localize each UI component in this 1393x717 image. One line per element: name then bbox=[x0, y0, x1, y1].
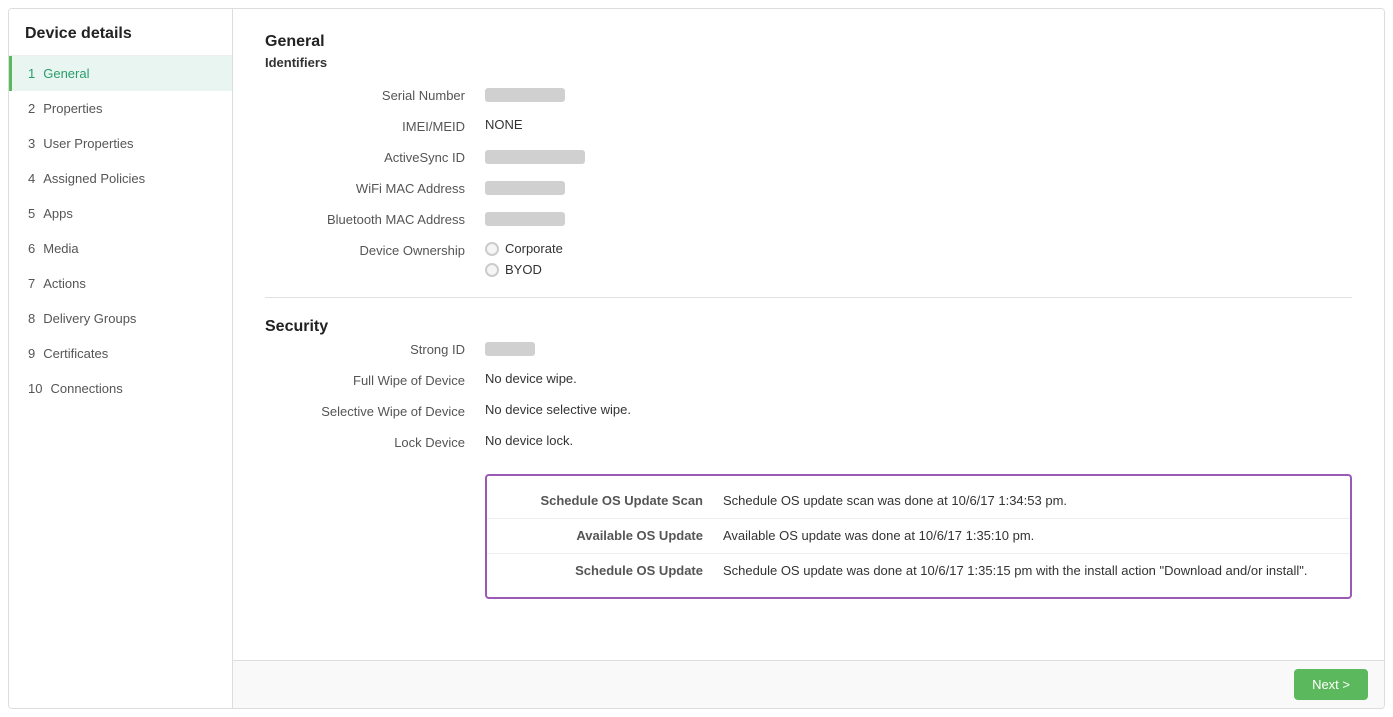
serial-number-value bbox=[485, 86, 1352, 102]
wifi-row: WiFi MAC Address bbox=[265, 179, 1352, 196]
sidebar-item-general[interactable]: 1 General bbox=[9, 56, 232, 91]
imei-label: IMEI/MEID bbox=[265, 117, 485, 134]
strong-id-value bbox=[485, 340, 1352, 356]
radio-corporate: Corporate bbox=[485, 241, 1352, 256]
sidebar-item-media[interactable]: 6 Media bbox=[9, 231, 232, 266]
nav-label-assigned-policies: Assigned Policies bbox=[43, 171, 145, 186]
radio-byod-circle bbox=[485, 263, 499, 277]
selective-wipe-row: Selective Wipe of Device No device selec… bbox=[265, 402, 1352, 419]
highlight-box: Schedule OS Update Scan Schedule OS upda… bbox=[485, 474, 1352, 599]
general-section: General Identifiers Serial Number IMEI/M… bbox=[265, 33, 1352, 277]
full-wipe-label: Full Wipe of Device bbox=[265, 371, 485, 388]
radio-byod: BYOD bbox=[485, 262, 1352, 277]
wifi-redacted bbox=[485, 181, 565, 195]
available-update-value: Available OS update was done at 10/6/17 … bbox=[723, 527, 1334, 545]
lock-device-row: Lock Device No device lock. bbox=[265, 433, 1352, 450]
activesync-row: ActiveSync ID bbox=[265, 148, 1352, 165]
security-title: Security bbox=[265, 318, 1352, 336]
selective-wipe-value: No device selective wipe. bbox=[485, 402, 1352, 417]
sidebar: Device details 1 General 2 Properties 3 … bbox=[9, 9, 233, 708]
sidebar-item-certificates[interactable]: 9 Certificates bbox=[9, 336, 232, 371]
sidebar-item-actions[interactable]: 7 Actions bbox=[9, 266, 232, 301]
activesync-label: ActiveSync ID bbox=[265, 148, 485, 165]
wifi-label: WiFi MAC Address bbox=[265, 179, 485, 196]
available-update-label: Available OS Update bbox=[503, 527, 723, 543]
identifiers-subtitle: Identifiers bbox=[265, 55, 1352, 70]
bluetooth-redacted bbox=[485, 212, 565, 226]
full-wipe-value: No device wipe. bbox=[485, 371, 1352, 386]
radio-corporate-circle bbox=[485, 242, 499, 256]
wifi-value bbox=[485, 179, 1352, 195]
schedule-scan-value: Schedule OS update scan was done at 10/6… bbox=[723, 492, 1334, 510]
bluetooth-row: Bluetooth MAC Address bbox=[265, 210, 1352, 227]
nav-number-3: 3 bbox=[28, 136, 35, 151]
nav-number-1: 1 bbox=[28, 66, 35, 81]
schedule-scan-label: Schedule OS Update Scan bbox=[503, 492, 723, 508]
activesync-value bbox=[485, 148, 1352, 164]
highlight-section: Schedule OS Update Scan Schedule OS upda… bbox=[265, 464, 1352, 599]
nav-label-general: General bbox=[43, 66, 89, 81]
imei-row: IMEI/MEID NONE bbox=[265, 117, 1352, 134]
nav-number-7: 7 bbox=[28, 276, 35, 291]
schedule-update-row: Schedule OS Update Schedule OS update wa… bbox=[487, 553, 1350, 588]
footer: Next > bbox=[233, 660, 1384, 708]
strong-id-label: Strong ID bbox=[265, 340, 485, 357]
sidebar-title: Device details bbox=[9, 9, 232, 56]
nav-label-delivery-groups: Delivery Groups bbox=[43, 311, 136, 326]
serial-number-redacted bbox=[485, 88, 565, 102]
ownership-label: Device Ownership bbox=[265, 241, 485, 258]
ownership-value: Corporate BYOD bbox=[485, 241, 1352, 277]
sidebar-item-delivery-groups[interactable]: 8 Delivery Groups bbox=[9, 301, 232, 336]
next-button[interactable]: Next > bbox=[1294, 669, 1368, 700]
activesync-redacted bbox=[485, 150, 585, 164]
nav-label-certificates: Certificates bbox=[43, 346, 108, 361]
serial-number-label: Serial Number bbox=[265, 86, 485, 103]
nav-number-4: 4 bbox=[28, 171, 35, 186]
nav-label-actions: Actions bbox=[43, 276, 86, 291]
full-wipe-row: Full Wipe of Device No device wipe. bbox=[265, 371, 1352, 388]
sidebar-item-properties[interactable]: 2 Properties bbox=[9, 91, 232, 126]
radio-byod-label: BYOD bbox=[505, 262, 542, 277]
nav-number-8: 8 bbox=[28, 311, 35, 326]
main-content: General Identifiers Serial Number IMEI/M… bbox=[233, 9, 1384, 660]
strong-id-redacted bbox=[485, 342, 535, 356]
nav-label-connections: Connections bbox=[50, 381, 122, 396]
nav-label-apps: Apps bbox=[43, 206, 73, 221]
ownership-radio-group: Corporate BYOD bbox=[485, 241, 1352, 277]
imei-value: NONE bbox=[485, 117, 1352, 132]
lock-device-value: No device lock. bbox=[485, 433, 1352, 448]
section-divider-1 bbox=[265, 297, 1352, 298]
nav-number-2: 2 bbox=[28, 101, 35, 116]
schedule-update-value: Schedule OS update was done at 10/6/17 1… bbox=[723, 562, 1334, 580]
security-section: Security Strong ID Full Wipe of Device N… bbox=[265, 318, 1352, 599]
schedule-scan-row: Schedule OS Update Scan Schedule OS upda… bbox=[487, 484, 1350, 518]
lock-device-label: Lock Device bbox=[265, 433, 485, 450]
sidebar-item-apps[interactable]: 5 Apps bbox=[9, 196, 232, 231]
general-title: General bbox=[265, 33, 1352, 51]
nav-number-10: 10 bbox=[28, 381, 42, 396]
bluetooth-label: Bluetooth MAC Address bbox=[265, 210, 485, 227]
nav-label-media: Media bbox=[43, 241, 78, 256]
nav-number-5: 5 bbox=[28, 206, 35, 221]
schedule-update-label: Schedule OS Update bbox=[503, 562, 723, 578]
selective-wipe-label: Selective Wipe of Device bbox=[265, 402, 485, 419]
nav-number-6: 6 bbox=[28, 241, 35, 256]
sidebar-item-assigned-policies[interactable]: 4 Assigned Policies bbox=[9, 161, 232, 196]
nav-label-properties: Properties bbox=[43, 101, 102, 116]
serial-number-row: Serial Number bbox=[265, 86, 1352, 103]
radio-corporate-label: Corporate bbox=[505, 241, 563, 256]
sidebar-item-user-properties[interactable]: 3 User Properties bbox=[9, 126, 232, 161]
nav-label-user-properties: User Properties bbox=[43, 136, 133, 151]
strong-id-row: Strong ID bbox=[265, 340, 1352, 357]
available-update-row: Available OS Update Available OS update … bbox=[487, 518, 1350, 553]
bluetooth-value bbox=[485, 210, 1352, 226]
ownership-row: Device Ownership Corporate BYOD bbox=[265, 241, 1352, 277]
sidebar-item-connections[interactable]: 10 Connections bbox=[9, 371, 232, 406]
nav-number-9: 9 bbox=[28, 346, 35, 361]
